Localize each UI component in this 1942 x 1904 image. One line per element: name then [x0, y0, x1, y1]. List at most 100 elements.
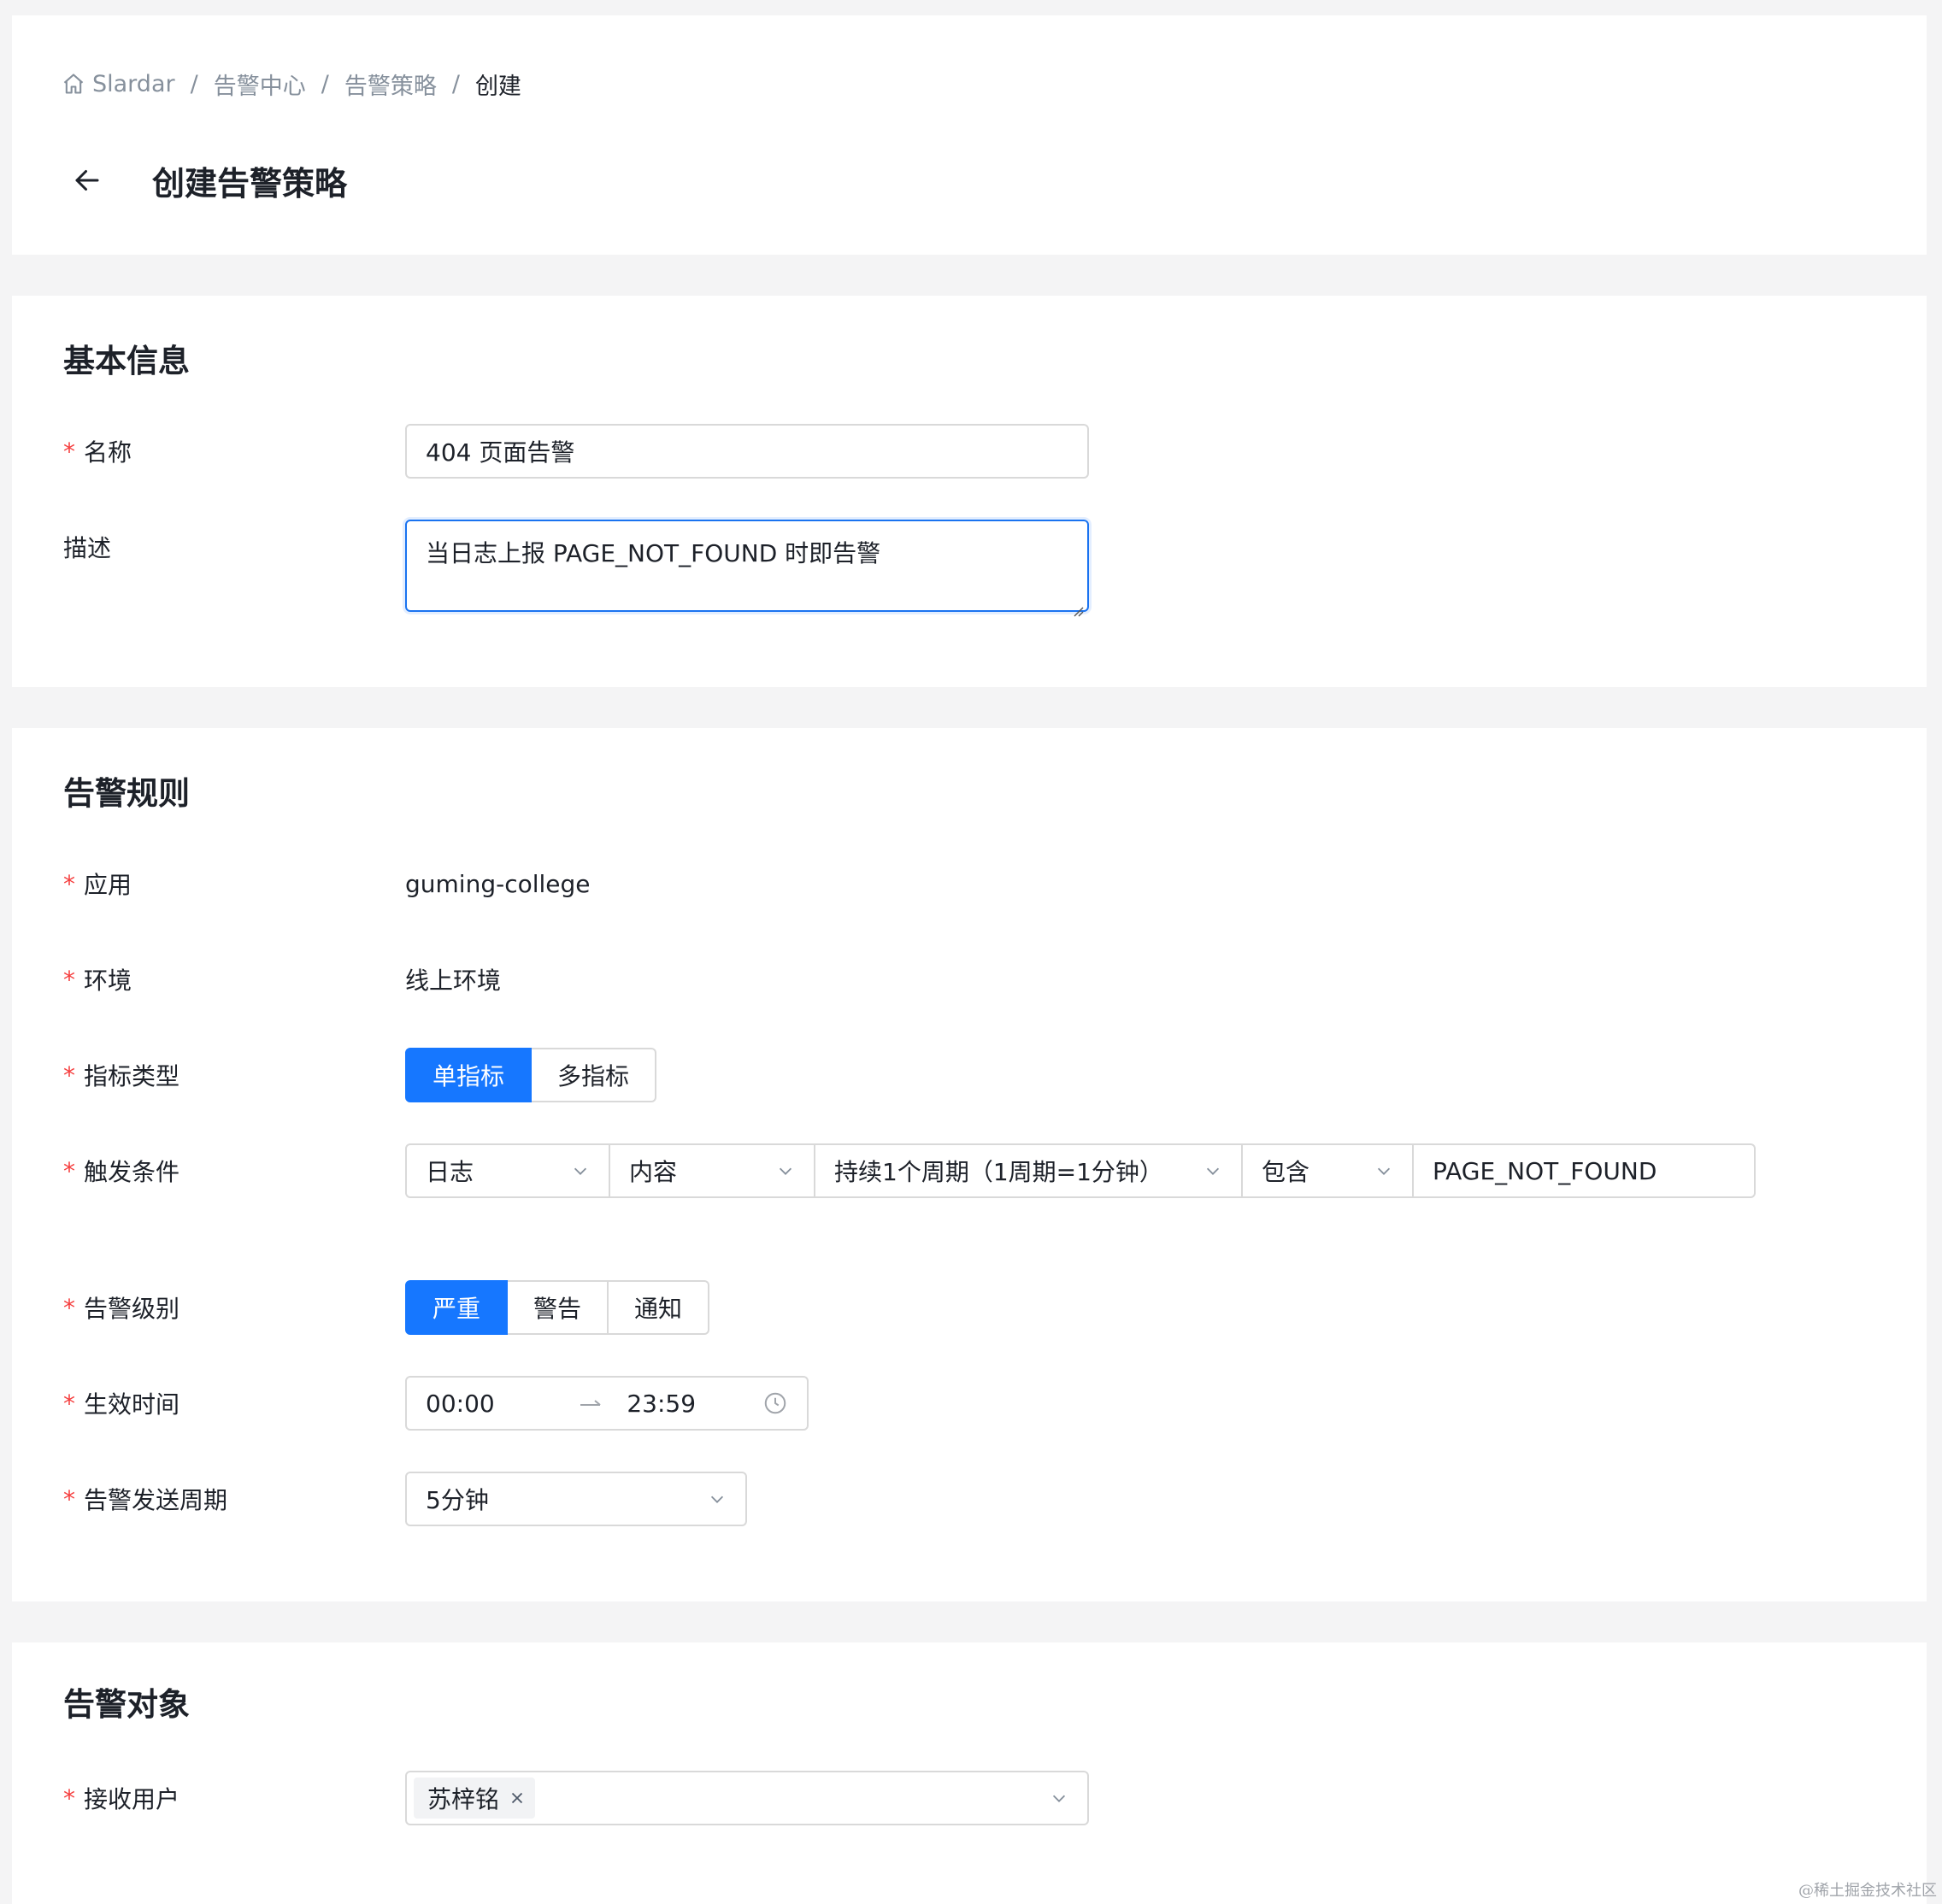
form-row-trigger: * 触发条件 日志 内容 持续1个周期（1周期=1分钟） 包含 PAGE_NOT… — [63, 1143, 1901, 1198]
home-icon — [62, 72, 85, 96]
section-title-target: 告警对象 — [63, 1686, 190, 1723]
trigger-source-select[interactable]: 日志 — [405, 1143, 610, 1198]
form-row-metric-type: * 指标类型 单指标 多指标 — [63, 1048, 1901, 1102]
form-row-effective-time: * 生效时间 00:00 23:59 — [63, 1376, 1901, 1431]
page-header-card: Slardar / 告警中心 / 告警策略 / 创建 创建告警策略 — [12, 15, 1927, 255]
app-label: 应用 — [84, 871, 132, 899]
trigger-field-select[interactable]: 内容 — [610, 1143, 815, 1198]
select-value: 日志 — [426, 1158, 474, 1186]
form-row-send-cycle: * 告警发送周期 5分钟 — [63, 1472, 1901, 1526]
arrow-left-icon — [72, 165, 103, 196]
chevron-down-icon — [776, 1161, 795, 1180]
user-tag-label: 苏梓铭 — [427, 1785, 500, 1813]
trigger-value-input[interactable]: PAGE_NOT_FOUND — [1414, 1143, 1756, 1198]
required-mark: * — [63, 1293, 75, 1322]
form-label: * 触发条件 — [63, 1154, 405, 1188]
required-mark: * — [63, 965, 75, 994]
send-cycle-select[interactable]: 5分钟 — [405, 1472, 747, 1526]
env-label: 环境 — [84, 967, 132, 995]
time-start-input[interactable]: 00:00 — [426, 1390, 571, 1418]
section-title-rules: 告警规则 — [63, 775, 190, 812]
description-label: 描述 — [63, 534, 112, 562]
metric-type-radio-group: 单指标 多指标 — [405, 1048, 656, 1102]
arrow-right-icon — [579, 1395, 603, 1412]
radio-single-metric[interactable]: 单指标 — [405, 1048, 532, 1102]
breadcrumb-item-home[interactable]: Slardar — [62, 71, 175, 97]
level-radio-group: 严重 警告 通知 — [405, 1280, 709, 1335]
metric-type-label: 指标类型 — [84, 1062, 180, 1090]
page-head: 创建告警策略 — [62, 142, 347, 219]
form-row-description: 描述 当日志上报 PAGE_NOT_FOUND 时即告警 — [63, 520, 1901, 617]
close-icon[interactable] — [508, 1789, 527, 1807]
chevron-down-icon — [1050, 1789, 1068, 1807]
trigger-condition-group: 日志 内容 持续1个周期（1周期=1分钟） 包含 PAGE_NOT_FOUND — [405, 1143, 1756, 1198]
section-title-basic: 基本信息 — [63, 343, 190, 379]
receivers-select[interactable]: 苏梓铭 — [405, 1771, 1089, 1825]
time-end-input[interactable]: 23:59 — [627, 1390, 755, 1418]
trigger-period-select[interactable]: 持续1个周期（1周期=1分钟） — [815, 1143, 1243, 1198]
breadcrumb: Slardar / 告警中心 / 告警策略 / 创建 — [62, 67, 521, 101]
env-value: 线上环境 — [405, 967, 502, 995]
breadcrumb-separator: / — [451, 70, 460, 97]
select-value: 5分钟 — [426, 1486, 489, 1514]
required-mark: * — [63, 1784, 75, 1813]
clock-icon — [762, 1390, 788, 1416]
form-label: * 接收用户 — [63, 1781, 405, 1815]
level-label: 告警级别 — [84, 1295, 180, 1323]
form-row-name: * 名称 404 页面告警 — [63, 424, 1901, 479]
required-mark: * — [63, 437, 75, 466]
form-label: * 告警发送周期 — [63, 1482, 405, 1516]
form-label: * 应用 — [63, 867, 405, 901]
breadcrumb-separator: / — [190, 70, 198, 97]
radio-level-critical[interactable]: 严重 — [405, 1280, 508, 1335]
form-label: * 告警级别 — [63, 1290, 405, 1325]
breadcrumb-item-current: 创建 — [474, 73, 521, 100]
radio-multi-metric[interactable]: 多指标 — [532, 1048, 656, 1102]
chevron-down-icon — [1374, 1161, 1393, 1180]
alarm-rules-card: 告警规则 * 应用 guming-college * 环境 线上环境 * 指标类… — [12, 728, 1927, 1601]
select-value: 内容 — [629, 1158, 678, 1186]
back-button[interactable] — [62, 155, 113, 206]
required-mark: * — [63, 869, 75, 898]
required-mark: * — [63, 1389, 75, 1418]
send-cycle-label: 告警发送周期 — [84, 1486, 228, 1514]
breadcrumb-separator: / — [321, 70, 329, 97]
form-label: * 环境 — [63, 962, 405, 996]
page-title: 创建告警策略 — [152, 164, 348, 203]
form-row-level: * 告警级别 严重 警告 通知 — [63, 1280, 1901, 1335]
name-label: 名称 — [84, 438, 132, 467]
breadcrumb-item-alarm-policy[interactable]: 告警策略 — [344, 68, 437, 101]
required-mark: * — [63, 1156, 75, 1185]
select-value: 持续1个周期（1周期=1分钟） — [834, 1158, 1163, 1186]
basic-info-card: 基本信息 * 名称 404 页面告警 描述 当日志上报 PAGE_NOT_FOU… — [12, 296, 1927, 687]
user-tag: 苏梓铭 — [414, 1778, 536, 1819]
form-label: * 名称 — [63, 434, 405, 468]
form-label: * 指标类型 — [63, 1058, 405, 1092]
description-text: 当日志上报 PAGE_NOT_FOUND 时即告警 — [426, 539, 881, 567]
time-range-picker[interactable]: 00:00 23:59 — [405, 1376, 809, 1431]
form-row-env: * 环境 线上环境 — [63, 952, 1901, 1007]
form-label: 描述 — [63, 520, 405, 574]
resize-handle-icon[interactable] — [1072, 595, 1084, 617]
breadcrumb-label: Slardar — [92, 70, 175, 97]
alarm-target-card: 告警对象 * 接收用户 苏梓铭 — [12, 1642, 1927, 1904]
form-row-app: * 应用 guming-college — [63, 856, 1901, 911]
chevron-down-icon — [708, 1490, 727, 1508]
chevron-down-icon — [571, 1161, 590, 1180]
required-mark: * — [63, 1484, 75, 1513]
receivers-label: 接收用户 — [84, 1785, 180, 1813]
radio-level-notice[interactable]: 通知 — [609, 1280, 709, 1335]
required-mark: * — [63, 1061, 75, 1090]
effective-time-label: 生效时间 — [84, 1390, 180, 1419]
trigger-label: 触发条件 — [84, 1158, 180, 1186]
trigger-operator-select[interactable]: 包含 — [1243, 1143, 1414, 1198]
description-textarea[interactable]: 当日志上报 PAGE_NOT_FOUND 时即告警 — [405, 520, 1089, 617]
select-value: 包含 — [1262, 1158, 1310, 1186]
watermark-text: @稀土掘金技术社区 — [1798, 1882, 1937, 1900]
breadcrumb-item-alarm-center[interactable]: 告警中心 — [214, 68, 306, 101]
chevron-down-icon — [1203, 1161, 1222, 1180]
app-value: guming-college — [405, 869, 591, 898]
radio-level-warning[interactable]: 警告 — [508, 1280, 609, 1335]
name-input[interactable]: 404 页面告警 — [405, 424, 1089, 479]
form-label: * 生效时间 — [63, 1386, 405, 1420]
